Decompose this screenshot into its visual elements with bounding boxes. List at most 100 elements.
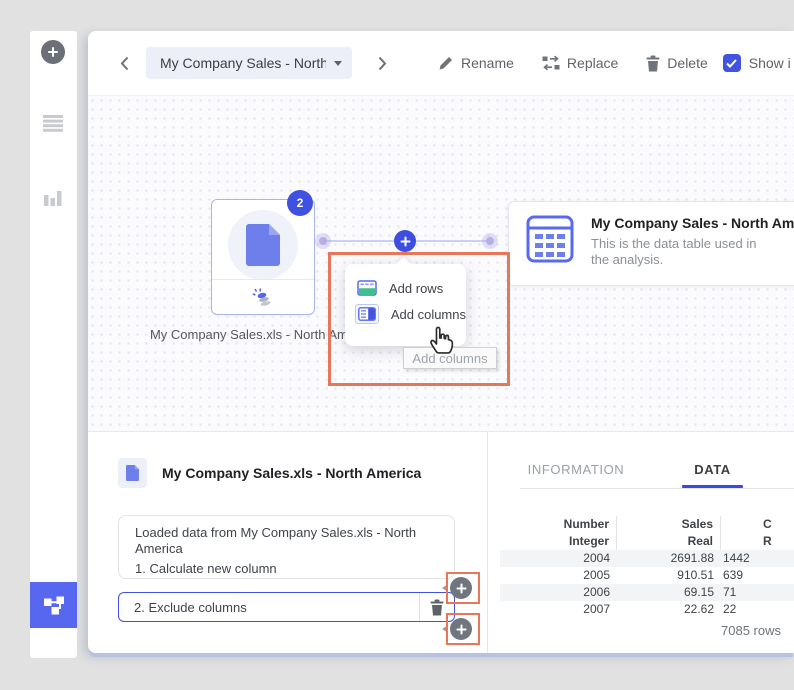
add-columns-icon-ring: [355, 304, 379, 324]
trash-icon: [430, 599, 444, 616]
dataset-selector-dropdown[interactable]: My Company Sales - North Am...: [146, 47, 352, 79]
connector-dot-right[interactable]: [482, 233, 498, 249]
bar-chart-icon: [42, 189, 64, 206]
cell: 71: [721, 584, 794, 601]
data-canvas-icon: [41, 592, 67, 618]
step-1-label: 1. Calculate new column: [135, 561, 438, 576]
table-type-row: Integer Real R: [500, 533, 794, 550]
plus-icon: [456, 583, 467, 594]
plus-icon: [456, 624, 467, 635]
plus-icon: [47, 46, 59, 58]
column-type: R: [721, 533, 794, 550]
chevron-right-icon: [378, 56, 387, 71]
table-row: 2005 910.51 639: [500, 567, 794, 584]
cell: 22: [721, 601, 794, 613]
data-canvas-area[interactable]: My Company Sales.xls - North America: [88, 95, 794, 432]
table-row: 2006 69.15 71: [500, 584, 794, 601]
dataset-selector-value: My Company Sales - North Am...: [160, 55, 326, 71]
loaded-data-card[interactable]: Loaded data from My Company Sales.xls - …: [118, 515, 455, 579]
pointer-hand-icon: [428, 323, 456, 354]
pencil-icon: [438, 55, 454, 71]
tab-information[interactable]: INFORMATION: [520, 462, 632, 491]
file-icon: [126, 465, 139, 481]
file-node-circle: [228, 210, 298, 280]
column-header: Number: [500, 516, 617, 533]
source-panel-title: My Company Sales.xls - North America: [162, 465, 421, 481]
column-type: Real: [617, 533, 721, 550]
replace-label: Replace: [567, 55, 618, 71]
delete-button[interactable]: Delete: [646, 55, 707, 72]
menu-item-add-rows[interactable]: Add rows: [357, 275, 466, 301]
table-header-row: Number Sales C: [500, 516, 794, 533]
sidebar-item-data-canvas[interactable]: [30, 582, 77, 628]
app-root: My Company Sales - North Am... Rename: [0, 0, 794, 690]
source-panel-header: My Company Sales.xls - North America: [118, 458, 421, 488]
cell: 2006: [500, 584, 617, 601]
data-table-node[interactable]: My Company Sales - North America This is…: [508, 201, 794, 286]
add-transformation-button[interactable]: [394, 230, 416, 252]
chevron-left-icon: [120, 56, 129, 71]
add-columns-label: Add columns: [391, 307, 466, 322]
cell: 22.62: [617, 601, 721, 613]
replace-icon: [542, 55, 560, 71]
chevron-down-icon: [334, 61, 342, 66]
loaded-data-text: Loaded data from My Company Sales.xls - …: [135, 525, 435, 557]
hand-cursor: [428, 323, 456, 354]
add-columns-icon: [358, 307, 376, 321]
left-sidebar: [30, 31, 77, 658]
show-toggle[interactable]: Show i: [723, 54, 791, 72]
sidebar-item-data-list[interactable]: [42, 115, 64, 132]
file-icon: [246, 224, 280, 266]
cell: 639: [721, 567, 794, 584]
add-step-button-2[interactable]: [450, 618, 472, 640]
connector-dot-left[interactable]: [315, 233, 331, 249]
cell: 69.15: [617, 584, 721, 601]
row-count: 7085 rows: [648, 623, 781, 638]
panel-divider: [487, 432, 488, 653]
bottom-panel: My Company Sales.xls - North America Loa…: [88, 432, 794, 653]
cell: 2691.88: [617, 550, 721, 567]
cell: 2004: [500, 550, 617, 567]
column-header: Sales: [617, 516, 721, 533]
show-checkbox[interactable]: [723, 54, 741, 72]
table-row: 2007 22.62 22: [500, 601, 794, 613]
data-table-node-description: This is the data table used in the analy…: [591, 236, 771, 268]
cell: 910.51: [617, 567, 721, 584]
check-icon: [726, 59, 737, 68]
data-canvas-window: My Company Sales - North Am... Rename: [88, 31, 794, 653]
cell: 2005: [500, 567, 617, 584]
trash-icon: [646, 55, 660, 72]
plus-icon: [400, 236, 411, 247]
tabs-divider: [520, 488, 794, 489]
next-dataset-button[interactable]: [374, 51, 390, 75]
step-2-label: 2. Exclude columns: [119, 600, 419, 615]
delete-step-button[interactable]: [419, 593, 454, 621]
insert-caret-1: [442, 584, 448, 592]
data-list-icon: [42, 115, 64, 132]
add-button[interactable]: [41, 40, 65, 64]
column-header: C: [721, 516, 794, 533]
data-table-icon: [526, 215, 574, 263]
rename-button[interactable]: Rename: [438, 55, 514, 71]
insert-caret-2: [442, 625, 448, 633]
replace-button[interactable]: Replace: [542, 55, 618, 71]
rename-label: Rename: [461, 55, 514, 71]
cell: 2007: [500, 601, 617, 613]
source-file-icon-box: [118, 458, 147, 488]
canvas-toolbar: My Company Sales - North Am... Rename: [88, 31, 794, 95]
delete-label: Delete: [667, 55, 707, 71]
add-step-button-1[interactable]: [450, 577, 472, 599]
data-table-node-title: My Company Sales - North America: [591, 215, 794, 231]
table-row: 2004 2691.88 1442: [500, 550, 794, 567]
sidebar-item-visualizations[interactable]: [42, 189, 64, 206]
transformations-icon: [252, 288, 274, 307]
add-rows-icon: [357, 280, 377, 296]
show-label: Show i: [749, 55, 791, 71]
source-file-node[interactable]: [211, 199, 315, 315]
add-rows-label: Add rows: [389, 281, 443, 296]
previous-dataset-button[interactable]: [116, 51, 132, 75]
column-type: Integer: [500, 533, 617, 550]
data-preview-table: Number Sales C Integer Real R 2004 2691.…: [500, 516, 794, 613]
exclude-columns-card[interactable]: 2. Exclude columns: [118, 592, 455, 622]
popup-caret: [396, 257, 412, 273]
